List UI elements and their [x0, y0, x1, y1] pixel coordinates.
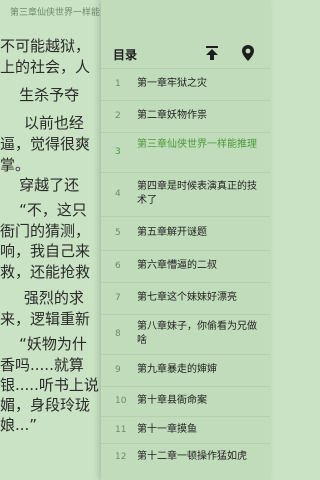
chapter-label: 第十一章摸鱼 [137, 424, 197, 435]
chapter-label: 第一章牢狱之灾 [137, 78, 207, 89]
chapter-number: 6 [115, 261, 121, 271]
chapter-number: 7 [115, 293, 121, 303]
chapter-number: 9 [115, 365, 121, 375]
chapter-number: 12 [115, 452, 127, 462]
chapter-label: 第六章懵逼的二叔 [137, 260, 217, 271]
chapter-item[interactable]: 12 第十二章一顿操作猛如虎 [101, 443, 270, 473]
chapter-label: 第二章妖物作祟 [137, 110, 207, 121]
chapter-item[interactable]: 10 第十章县衙命案 [101, 386, 270, 416]
chapter-item[interactable]: 8 第八章妹子，你偷看为兄做啥 [101, 314, 270, 354]
chapter-item[interactable]: 9 第九章暴走的婶婶 [101, 354, 270, 386]
chapter-item[interactable]: 6 第六章懵逼的二叔 [101, 250, 270, 282]
chapter-number: 2 [115, 111, 121, 121]
chapter-number: 10 [115, 396, 127, 406]
chapter-number: 5 [115, 228, 121, 238]
drawer-title: 目录 [113, 48, 138, 62]
table-of-contents-drawer: 目录 1 第一章牢狱之灾 2 第二章妖物作祟 3 第三章仙侠世界一样能推理 4 … [101, 0, 270, 480]
chapter-item[interactable]: 5 第五章解开谜题 [101, 216, 270, 250]
chapter-number: 1 [115, 79, 121, 89]
chapter-number: 8 [115, 329, 121, 339]
chapter-label: 第八章妹子，你偷看为兄做啥 [137, 321, 257, 346]
chapter-label: 第十二章一顿操作猛如虎 [137, 451, 247, 462]
chapter-number: 11 [115, 425, 127, 435]
chapter-label: 第七章这个妹妹好漂亮 [137, 292, 237, 303]
chapter-label: 第三章仙侠世界一样能推理 [137, 139, 257, 150]
chapter-item[interactable]: 4 第四章是时候表演真正的技术了 [101, 172, 270, 216]
chapter-label: 第十章县衙命案 [137, 395, 207, 406]
chapter-number: 4 [115, 189, 121, 199]
chapter-number: 3 [115, 147, 121, 157]
chapter-item[interactable]: 11 第十一章摸鱼 [101, 416, 270, 443]
chapter-item[interactable]: 1 第一章牢狱之灾 [101, 68, 270, 100]
chapter-label: 第四章是时候表演真正的技术了 [137, 181, 257, 206]
chapter-item-current[interactable]: 3 第三章仙侠世界一样能推理 [101, 132, 270, 172]
map-pin-icon[interactable] [238, 43, 258, 63]
arrow-up-to-top-icon[interactable] [202, 43, 222, 63]
chapter-label: 第九章暴走的婶婶 [137, 364, 217, 375]
drawer-header: 目录 [101, 40, 270, 68]
chapter-item[interactable]: 2 第二章妖物作祟 [101, 100, 270, 132]
chapter-item[interactable]: 7 第七章这个妹妹好漂亮 [101, 282, 270, 314]
reader-chapter-title: 第三章仙侠世界一样能 [10, 8, 101, 18]
chapter-label: 第五章解开谜题 [137, 227, 207, 238]
chapter-list: 1 第一章牢狱之灾 2 第二章妖物作祟 3 第三章仙侠世界一样能推理 4 第四章… [101, 68, 270, 473]
